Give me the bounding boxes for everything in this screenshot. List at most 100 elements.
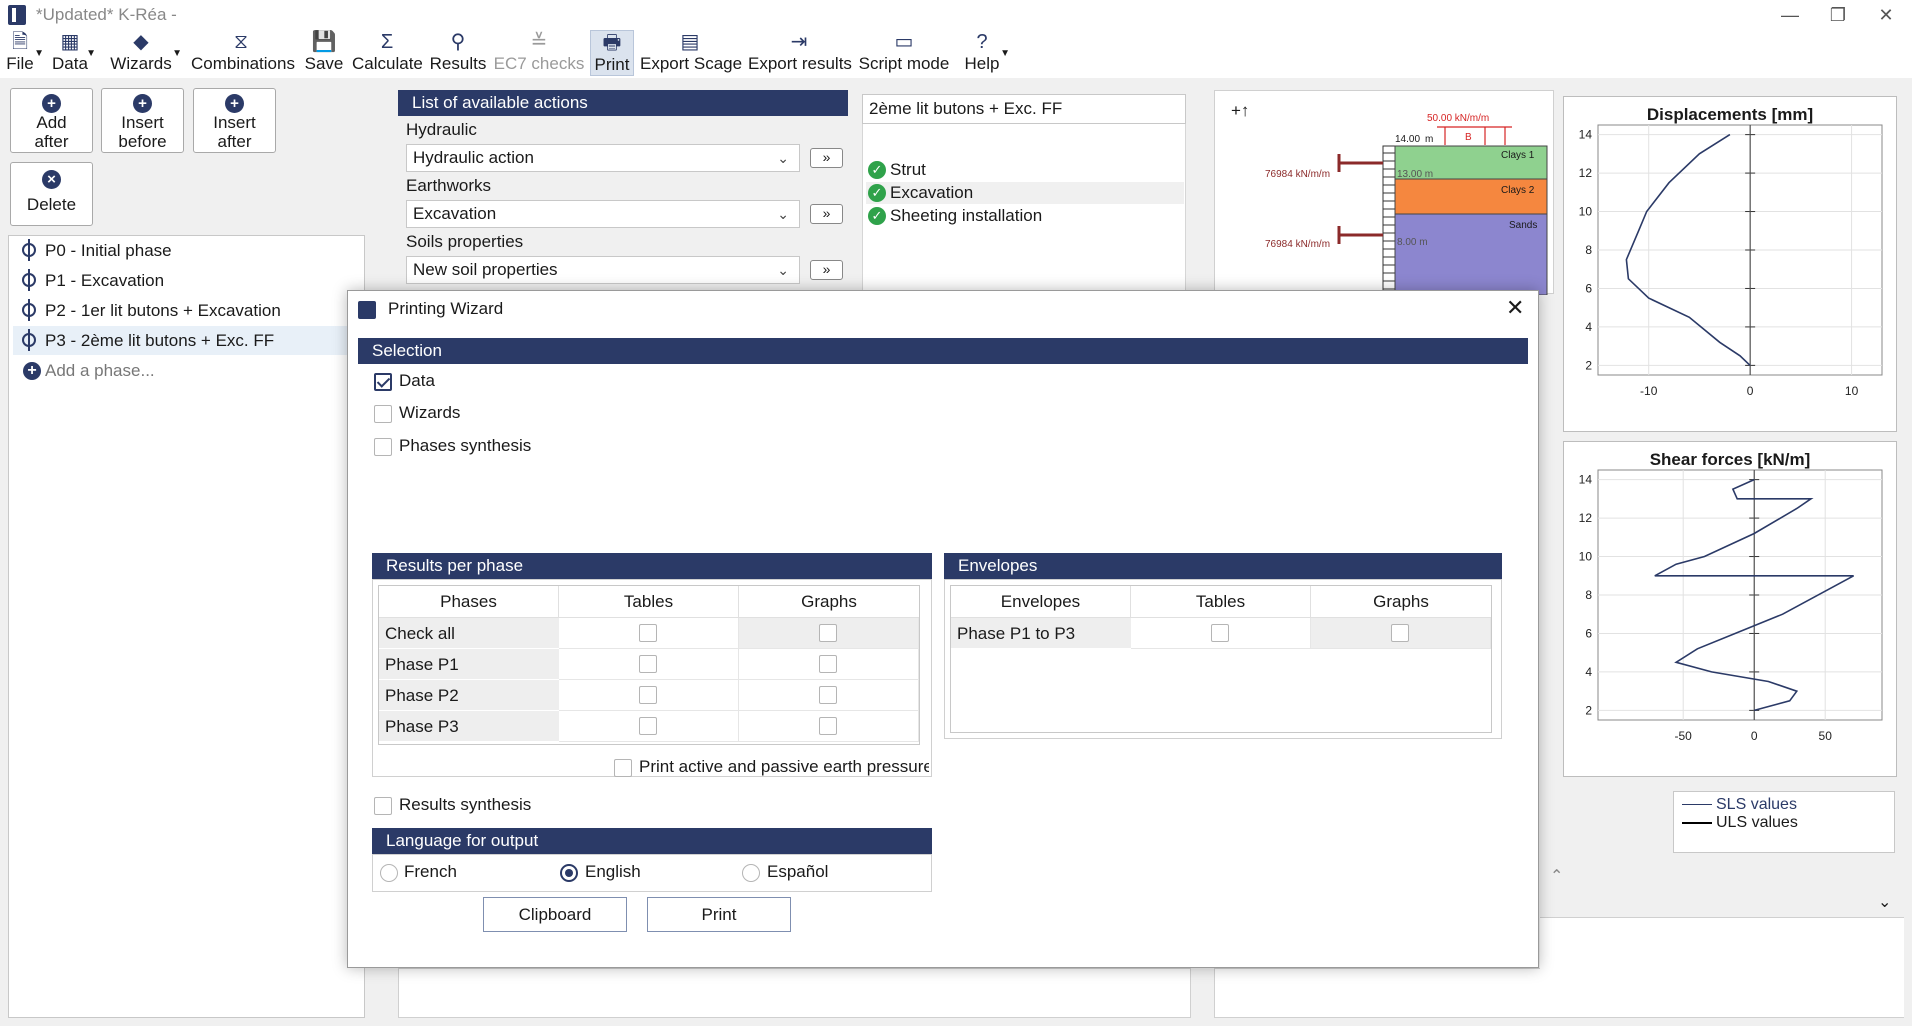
chevron-up-icon[interactable]: ⌃	[1550, 866, 1563, 886]
load-marker-label: B	[1465, 132, 1472, 143]
clipboard-button[interactable]: Clipboard	[483, 897, 627, 932]
phase-item-selected[interactable]: P3 - 2ème lit butons + Exc. FF	[13, 326, 360, 355]
combinations-button[interactable]: ⧖ Combinations	[191, 30, 295, 76]
add-hydraulic-button[interactable]: »	[810, 148, 843, 168]
check-icon: ≚	[530, 31, 548, 53]
add-soils-button[interactable]: »	[810, 260, 843, 280]
add-after-button[interactable]: + Add after	[10, 88, 93, 153]
export-results-button[interactable]: ⇥ Export results	[748, 30, 852, 76]
tables-checkbox[interactable]	[639, 686, 657, 704]
phases-synthesis-label: Phases synthesis	[399, 436, 532, 455]
graphs-checkbox[interactable]	[819, 624, 837, 642]
stage-item[interactable]: ✓ Sheeting installation	[866, 205, 1184, 227]
chart-legend: SLS values ULS values	[1673, 791, 1895, 853]
earthworks-select[interactable]: Excavation ⌄	[406, 200, 800, 228]
print-dialog-button[interactable]: Print	[647, 897, 791, 932]
dropdown-caret-icon: ▼	[86, 48, 96, 59]
language-radio-espanol[interactable]	[742, 864, 760, 882]
chevron-down-icon[interactable]: ⌄	[1878, 892, 1891, 912]
restore-icon[interactable]: ❐	[1816, 2, 1860, 28]
x-tick-label: 10	[1845, 384, 1859, 398]
column-header: Envelopes	[951, 586, 1131, 618]
printing-wizard-dialog: Printing Wizard ✕ Selection Data Wizards…	[347, 290, 1539, 968]
insert-before-button[interactable]: + Insert before	[101, 88, 184, 153]
x-tick-label: -50	[1675, 729, 1693, 743]
results-button[interactable]: ⚲ Results	[428, 30, 488, 76]
hydraulic-select[interactable]: Hydraulic action ⌄	[406, 144, 800, 172]
check-circle-icon: ✓	[868, 184, 886, 202]
x-tick-label: -10	[1640, 384, 1658, 398]
dropdown-caret-icon: ▼	[34, 48, 44, 59]
close-icon[interactable]: ✕	[1506, 295, 1524, 321]
wizards-checkbox[interactable]	[374, 405, 392, 423]
insert-after-button[interactable]: + Insert after	[193, 88, 276, 153]
add-earthworks-button[interactable]: »	[810, 204, 843, 224]
phases-synthesis-checkbox[interactable]	[374, 438, 392, 456]
table-cell	[559, 711, 739, 742]
phase-item[interactable]: P0 - Initial phase	[13, 236, 360, 265]
earthworks-label: Earthworks	[406, 176, 492, 195]
x-tick-label: 0	[1751, 729, 1758, 743]
add-phase-item[interactable]: + Add a phase...	[13, 356, 360, 385]
phase-item[interactable]: P1 - Excavation	[13, 266, 360, 295]
y-tick-label: 12	[1579, 166, 1593, 180]
earth-pressures-checkbox[interactable]	[614, 759, 632, 777]
graphs-checkbox[interactable]	[819, 686, 837, 704]
data-icon: ▦	[60, 31, 80, 53]
phase-name-field[interactable]: 2ème lit butons + Exc. FF	[862, 94, 1186, 124]
add-icon: +	[23, 362, 41, 380]
tables-checkbox[interactable]	[639, 624, 657, 642]
export-scage-button[interactable]: ▤ Export Scage	[640, 30, 742, 76]
soils-select[interactable]: New soil properties ⌄	[406, 256, 800, 284]
calculate-button[interactable]: Σ Calculate	[352, 30, 423, 76]
tables-checkbox[interactable]	[639, 717, 657, 735]
results-per-phase-table: Phases Tables Graphs Check all Phase P1 …	[378, 585, 920, 745]
wizard-icon: ◆	[133, 31, 149, 53]
phase-item[interactable]: P2 - 1er lit butons + Excavation	[13, 296, 360, 325]
language-radio-english[interactable]	[560, 864, 578, 882]
displacements-chart-panel: Displacements [mm] 2 4 6 8 10 12 14 -10 0 10	[1563, 96, 1897, 432]
layer-label: Clays 1	[1501, 150, 1535, 161]
data-checkbox[interactable]	[374, 373, 392, 391]
graphs-checkbox[interactable]	[819, 655, 837, 673]
check-circle-icon: ✓	[868, 207, 886, 225]
language-label: English	[585, 862, 641, 881]
layer-label: Clays 2	[1501, 185, 1535, 196]
tables-checkbox[interactable]	[639, 655, 657, 673]
wizards-checkbox-label: Wizards	[399, 403, 461, 422]
legend-line-sls	[1682, 804, 1712, 805]
close-icon[interactable]: ✕	[1864, 2, 1908, 28]
load-label: 50.00 kN/m/m	[1427, 113, 1490, 124]
stage-item[interactable]: ✓ Strut	[866, 159, 1184, 181]
y-tick-label: 8	[1585, 243, 1592, 257]
data-checkbox-label: Data	[399, 371, 435, 390]
graphs-checkbox[interactable]	[819, 717, 837, 735]
data-menu-button[interactable]: ▦ Data ▼	[52, 30, 96, 76]
y-tick-label: 10	[1579, 550, 1593, 564]
stage-item[interactable]: ✓ Excavation	[866, 182, 1184, 204]
legend-line-uls	[1682, 822, 1712, 824]
graphs-checkbox[interactable]	[1391, 624, 1409, 642]
save-button[interactable]: 💾 Save	[304, 30, 344, 76]
print-button[interactable]: 🖶 Print	[590, 30, 634, 76]
column-header: Phases	[379, 586, 559, 618]
sigma-icon: Σ	[380, 31, 394, 53]
delete-button[interactable]: × Delete	[10, 162, 93, 226]
chevron-down-icon: ⌄	[777, 206, 789, 222]
results-synthesis-label: Results synthesis	[399, 795, 532, 814]
script-mode-button[interactable]: ▭ Script mode	[858, 30, 950, 76]
x-tick-label: 50	[1819, 729, 1833, 743]
results-synthesis-checkbox[interactable]	[374, 797, 392, 815]
help-button[interactable]: ? Help ▼	[962, 30, 1010, 76]
wizards-menu-button[interactable]: ◆ Wizards ▼	[108, 30, 182, 76]
ec7-checks-button[interactable]: ≚ EC7 checks	[492, 30, 586, 76]
table-cell	[739, 680, 919, 711]
legend-label: ULS values	[1716, 814, 1798, 831]
y-tick-label: 2	[1585, 703, 1592, 717]
minimize-icon[interactable]: —	[1768, 2, 1812, 28]
tables-checkbox[interactable]	[1211, 624, 1229, 642]
x-tick-label: 0	[1747, 384, 1754, 398]
add-icon: +	[42, 94, 61, 113]
file-menu-button[interactable]: 🗎 File ▼	[4, 30, 44, 76]
language-radio-french[interactable]	[380, 864, 398, 882]
